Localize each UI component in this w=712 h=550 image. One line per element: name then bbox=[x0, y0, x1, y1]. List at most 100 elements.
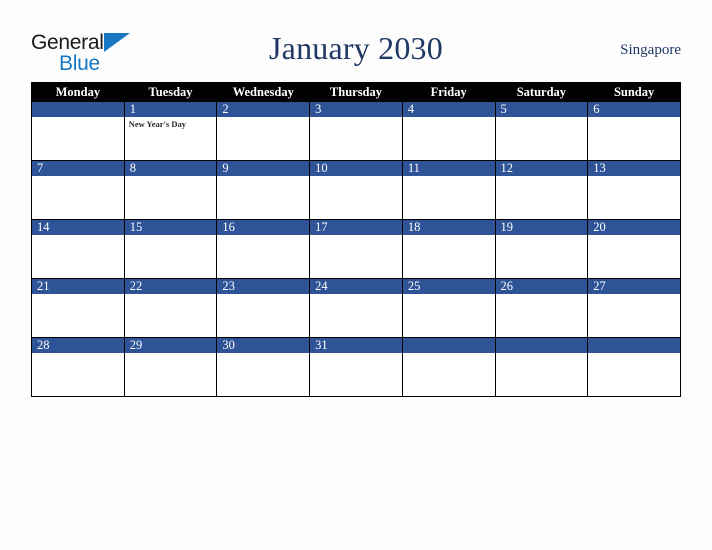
calendar-day-cell[interactable]: 14 bbox=[31, 219, 125, 279]
calendar-day-cell[interactable]: 8 bbox=[123, 160, 218, 220]
day-events bbox=[310, 235, 402, 237]
day-events bbox=[217, 235, 309, 237]
day-number: 23 bbox=[217, 279, 310, 294]
day-events bbox=[496, 176, 588, 178]
calendar-day-cell[interactable]: 25 bbox=[401, 278, 496, 338]
calendar-week-row: 21 22 23 24 25 26 27 bbox=[31, 278, 681, 338]
day-number: 30 bbox=[217, 338, 310, 353]
day-events bbox=[403, 294, 495, 296]
calendar-day-cell[interactable]: 28 bbox=[31, 337, 125, 397]
day-events bbox=[403, 235, 495, 237]
calendar-day-cell[interactable] bbox=[494, 337, 589, 397]
day-number: 9 bbox=[217, 161, 310, 176]
day-number bbox=[588, 338, 680, 353]
day-events bbox=[403, 117, 495, 119]
calendar-day-cell[interactable]: 18 bbox=[401, 219, 496, 279]
calendar-day-cell[interactable]: 23 bbox=[216, 278, 311, 338]
day-number: 3 bbox=[310, 102, 402, 117]
calendar-day-cell[interactable]: 12 bbox=[494, 160, 589, 220]
day-events bbox=[403, 176, 495, 178]
day-number: 12 bbox=[495, 161, 588, 176]
calendar-day-cell[interactable]: 11 bbox=[401, 160, 496, 220]
day-events bbox=[588, 235, 680, 237]
day-number: 22 bbox=[124, 279, 217, 294]
calendar-day-cell[interactable]: 30 bbox=[216, 337, 311, 397]
calendar-day-cell[interactable]: 27 bbox=[587, 278, 681, 338]
calendar-day-cell[interactable] bbox=[587, 337, 681, 397]
calendar-day-cell[interactable]: 1 New Year's Day bbox=[123, 101, 218, 161]
calendar-day-cell[interactable]: 4 bbox=[401, 101, 496, 161]
day-events bbox=[217, 117, 309, 119]
country-label: Singapore bbox=[620, 42, 681, 58]
day-number bbox=[402, 338, 495, 353]
day-number: 31 bbox=[310, 338, 402, 353]
day-events bbox=[125, 353, 217, 355]
day-events bbox=[310, 176, 402, 178]
calendar-day-cell[interactable]: 7 bbox=[31, 160, 125, 220]
calendar-week-row: 14 15 16 17 18 19 20 bbox=[31, 219, 681, 279]
calendar-day-cell[interactable]: 17 bbox=[309, 219, 403, 279]
calendar-day-cell[interactable]: 21 bbox=[31, 278, 125, 338]
calendar-body: 1 New Year's Day 2 3 4 5 6 7 8 9 10 11 12 13 14 15 16 17 1… bbox=[31, 101, 681, 397]
weekday-header-sunday: Sunday bbox=[587, 82, 681, 102]
calendar-day-cell[interactable]: 3 bbox=[309, 101, 403, 161]
weekday-header-saturday: Saturday bbox=[494, 82, 589, 102]
day-events bbox=[217, 294, 309, 296]
calendar-day-cell[interactable]: 29 bbox=[123, 337, 218, 397]
day-events bbox=[217, 353, 309, 355]
calendar-day-cell[interactable]: 6 bbox=[587, 101, 681, 161]
calendar-day-cell[interactable]: 19 bbox=[494, 219, 589, 279]
calendar-page: General Blue January 2030 Singapore Mond… bbox=[0, 0, 712, 550]
day-number: 20 bbox=[588, 220, 680, 235]
calendar-day-cell[interactable]: 22 bbox=[123, 278, 218, 338]
calendar-day-cell[interactable]: 13 bbox=[587, 160, 681, 220]
day-events bbox=[32, 117, 124, 119]
calendar-day-cell[interactable]: 16 bbox=[216, 219, 311, 279]
calendar-day-cell[interactable]: 15 bbox=[123, 219, 218, 279]
day-number: 2 bbox=[217, 102, 310, 117]
calendar-day-cell[interactable]: 9 bbox=[216, 160, 311, 220]
day-number bbox=[32, 102, 124, 117]
day-events bbox=[588, 176, 680, 178]
calendar-day-cell[interactable]: 20 bbox=[587, 219, 681, 279]
calendar-day-cell[interactable] bbox=[401, 337, 496, 397]
day-events bbox=[496, 235, 588, 237]
calendar-day-cell[interactable]: 10 bbox=[309, 160, 403, 220]
calendar-day-cell[interactable]: 26 bbox=[494, 278, 589, 338]
day-events bbox=[496, 353, 588, 355]
calendar-week-row: 28 29 30 31 bbox=[31, 337, 681, 397]
day-events bbox=[403, 353, 495, 355]
calendar-day-cell[interactable] bbox=[31, 101, 125, 161]
day-events bbox=[588, 294, 680, 296]
day-number: 27 bbox=[588, 279, 680, 294]
calendar-day-cell[interactable]: 31 bbox=[309, 337, 403, 397]
holiday-label: New Year's Day bbox=[128, 119, 186, 129]
calendar-day-cell[interactable]: 24 bbox=[309, 278, 403, 338]
day-events bbox=[125, 176, 217, 178]
day-events bbox=[125, 294, 217, 296]
page-header: General Blue January 2030 Singapore bbox=[0, 24, 712, 74]
day-events bbox=[217, 176, 309, 178]
day-number: 7 bbox=[32, 161, 124, 176]
day-number: 17 bbox=[310, 220, 402, 235]
calendar-day-cell[interactable]: 2 bbox=[216, 101, 311, 161]
day-number: 8 bbox=[124, 161, 217, 176]
day-number: 10 bbox=[310, 161, 402, 176]
day-events bbox=[32, 235, 124, 237]
day-number: 18 bbox=[402, 220, 495, 235]
day-number: 25 bbox=[402, 279, 495, 294]
day-events bbox=[496, 117, 588, 119]
calendar-day-cell[interactable]: 5 bbox=[494, 101, 589, 161]
day-events bbox=[496, 294, 588, 296]
calendar-header-row: Monday Tuesday Wednesday Thursday Friday… bbox=[31, 82, 681, 102]
day-events bbox=[125, 235, 217, 237]
day-number: 29 bbox=[124, 338, 217, 353]
day-number: 16 bbox=[217, 220, 310, 235]
day-number: 11 bbox=[402, 161, 495, 176]
weekday-header-row: Monday Tuesday Wednesday Thursday Friday… bbox=[31, 82, 681, 102]
day-number: 6 bbox=[588, 102, 680, 117]
day-events bbox=[32, 353, 124, 355]
day-number: 5 bbox=[495, 102, 588, 117]
calendar-grid: Monday Tuesday Wednesday Thursday Friday… bbox=[31, 82, 681, 397]
weekday-header-friday: Friday bbox=[401, 82, 496, 102]
